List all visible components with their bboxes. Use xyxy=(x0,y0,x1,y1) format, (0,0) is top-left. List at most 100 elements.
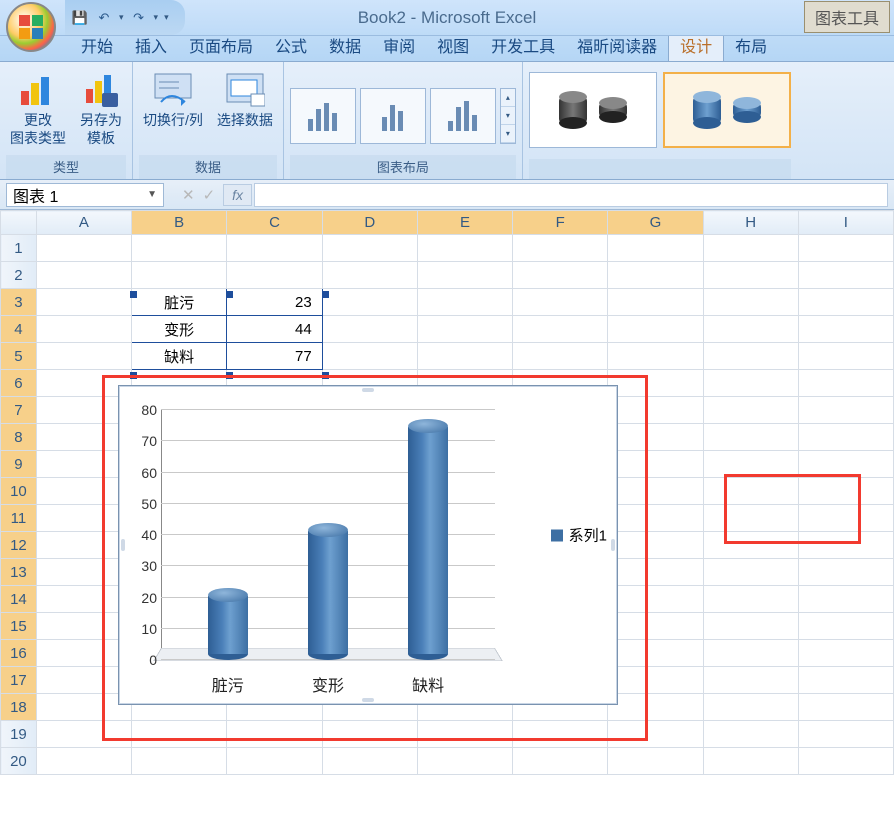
row-17[interactable]: 17 xyxy=(1,667,37,694)
row-20[interactable]: 20 xyxy=(1,748,37,775)
cell-H2[interactable] xyxy=(703,262,798,289)
cell-G5[interactable] xyxy=(608,343,703,370)
cell-E5[interactable] xyxy=(417,343,512,370)
row-1[interactable]: 1 xyxy=(1,235,37,262)
cell-A20[interactable] xyxy=(36,748,131,775)
name-box-dropdown-icon[interactable]: ▼ xyxy=(147,189,157,200)
cell-B19[interactable] xyxy=(132,721,227,748)
cell-E20[interactable] xyxy=(417,748,512,775)
row-8[interactable]: 8 xyxy=(1,424,37,451)
chart-style-1[interactable] xyxy=(529,72,657,148)
cell-G4[interactable] xyxy=(608,316,703,343)
cell-F5[interactable] xyxy=(513,343,608,370)
cell-H15[interactable] xyxy=(703,613,798,640)
cell-I3[interactable] xyxy=(798,289,893,316)
chart-bar[interactable] xyxy=(308,523,348,661)
cell-G19[interactable] xyxy=(608,721,703,748)
cell-H16[interactable] xyxy=(703,640,798,667)
qat-dropdown-icon[interactable]: ▾ xyxy=(164,12,169,23)
cell-F20[interactable] xyxy=(513,748,608,775)
row-18[interactable]: 18 xyxy=(1,694,37,721)
worksheet-grid[interactable]: A B C D E F G H I 123脏污234变形445缺料7767891… xyxy=(0,210,894,823)
cell-H13[interactable] xyxy=(703,559,798,586)
cell-I1[interactable] xyxy=(798,235,893,262)
chart-layout-2[interactable] xyxy=(360,88,426,144)
cell-I18[interactable] xyxy=(798,694,893,721)
embedded-chart[interactable]: 01020304050607080 脏污变形缺料 系列1 xyxy=(118,385,618,705)
row-6[interactable]: 6 xyxy=(1,370,37,397)
cell-D19[interactable] xyxy=(322,721,417,748)
cell-I9[interactable] xyxy=(798,451,893,478)
cell-C2[interactable] xyxy=(227,262,322,289)
cell-I15[interactable] xyxy=(798,613,893,640)
change-chart-type-button[interactable]: 更改 图表类型 xyxy=(6,66,70,151)
row-9[interactable]: 9 xyxy=(1,451,37,478)
office-button[interactable] xyxy=(6,2,56,52)
chart-layout-1[interactable] xyxy=(290,88,356,144)
chart-layout-3[interactable] xyxy=(430,88,496,144)
cell-I19[interactable] xyxy=(798,721,893,748)
chart-resize-handle[interactable] xyxy=(611,539,615,551)
chart-bar[interactable] xyxy=(408,419,448,660)
cell-H19[interactable] xyxy=(703,721,798,748)
cell-H18[interactable] xyxy=(703,694,798,721)
row-5[interactable]: 5 xyxy=(1,343,37,370)
cell-D20[interactable] xyxy=(322,748,417,775)
cell-F19[interactable] xyxy=(513,721,608,748)
cell-G18[interactable] xyxy=(608,694,703,721)
cell-I5[interactable] xyxy=(798,343,893,370)
row-16[interactable]: 16 xyxy=(1,640,37,667)
row-12[interactable]: 12 xyxy=(1,532,37,559)
col-C[interactable]: C xyxy=(227,211,322,235)
row-7[interactable]: 7 xyxy=(1,397,37,424)
col-F[interactable]: F xyxy=(513,211,608,235)
chart-bar[interactable] xyxy=(208,588,248,660)
cell-I6[interactable] xyxy=(798,370,893,397)
cell-I16[interactable] xyxy=(798,640,893,667)
cell-D1[interactable] xyxy=(322,235,417,262)
select-data-button[interactable]: 选择数据 xyxy=(213,66,277,132)
cell-G16[interactable] xyxy=(608,640,703,667)
formula-input[interactable] xyxy=(254,183,888,207)
chart-legend[interactable]: 系列1 xyxy=(551,525,607,546)
col-A[interactable]: A xyxy=(36,211,131,235)
chart-style-2[interactable] xyxy=(663,72,791,148)
cell-A1[interactable] xyxy=(36,235,131,262)
cell-G15[interactable] xyxy=(608,613,703,640)
cell-H9[interactable] xyxy=(703,451,798,478)
row-4[interactable]: 4 xyxy=(1,316,37,343)
row-15[interactable]: 15 xyxy=(1,613,37,640)
cell-C20[interactable] xyxy=(227,748,322,775)
save-icon[interactable]: 💾 xyxy=(71,9,89,27)
cell-I7[interactable] xyxy=(798,397,893,424)
cell-H6[interactable] xyxy=(703,370,798,397)
undo-icon[interactable]: ↶ xyxy=(95,9,113,27)
cell-H11[interactable] xyxy=(703,505,798,532)
redo-icon[interactable]: ↷ xyxy=(130,9,148,27)
col-E[interactable]: E xyxy=(417,211,512,235)
switch-row-column-button[interactable]: 切换行/列 xyxy=(139,66,207,132)
cell-B2[interactable] xyxy=(132,262,227,289)
chart-resize-handle[interactable] xyxy=(362,388,374,392)
cell-G3[interactable] xyxy=(608,289,703,316)
cell-D3[interactable] xyxy=(322,289,417,316)
col-I[interactable]: I xyxy=(798,211,893,235)
cell-I17[interactable] xyxy=(798,667,893,694)
cell-G17[interactable] xyxy=(608,667,703,694)
cell-G10[interactable] xyxy=(608,478,703,505)
cell-A5[interactable] xyxy=(36,343,131,370)
cell-E1[interactable] xyxy=(417,235,512,262)
cell-G13[interactable] xyxy=(608,559,703,586)
row-13[interactable]: 13 xyxy=(1,559,37,586)
cell-H8[interactable] xyxy=(703,424,798,451)
row-3[interactable]: 3 xyxy=(1,289,37,316)
cell-G9[interactable] xyxy=(608,451,703,478)
col-B[interactable]: B xyxy=(132,211,227,235)
cell-H14[interactable] xyxy=(703,586,798,613)
cell-B4[interactable]: 变形 xyxy=(132,316,227,343)
name-box[interactable]: 图表 1 ▼ xyxy=(6,183,164,207)
cell-G14[interactable] xyxy=(608,586,703,613)
cell-F1[interactable] xyxy=(513,235,608,262)
cell-C5[interactable]: 77 xyxy=(227,343,322,370)
cell-B5[interactable]: 缺料 xyxy=(132,343,227,370)
